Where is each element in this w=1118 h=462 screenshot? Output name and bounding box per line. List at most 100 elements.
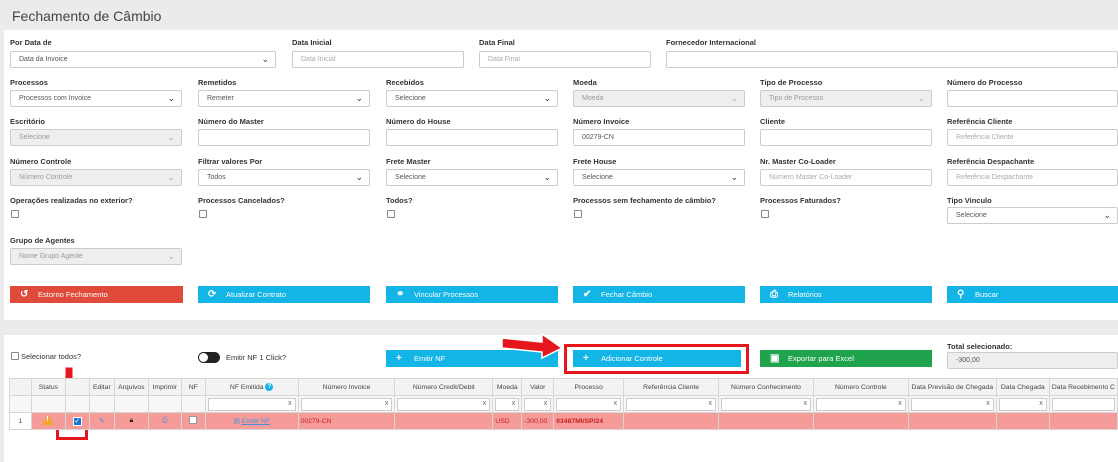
filter-numero-controle[interactable]: x	[812, 395, 909, 413]
filter-data-recebimento[interactable]	[1048, 395, 1118, 413]
numero-house-input[interactable]	[386, 129, 558, 146]
col-data-recebimento[interactable]: Data Recebimento C	[1048, 378, 1118, 396]
referencia-cliente-input[interactable]: Referência Cliente	[947, 129, 1118, 146]
col-valor[interactable]: Valor	[521, 378, 555, 396]
col-moeda[interactable]: Moeda	[492, 378, 523, 396]
filter-credit-debit[interactable]: x	[394, 395, 494, 413]
referencia-despachante-input[interactable]: Referência Despachante	[947, 169, 1118, 186]
lock-icon[interactable]: 🔒︎	[130, 417, 134, 424]
clear-icon[interactable]: x	[512, 400, 516, 407]
frete-master-select[interactable]: Selecione ⌄	[386, 169, 558, 186]
help-icon[interactable]: ?	[265, 383, 274, 391]
emitir-nf-link[interactable]: Emitir NF	[242, 418, 270, 425]
col-credit-debit[interactable]: Número Credit/Debit	[394, 378, 494, 396]
numero-processo-input[interactable]	[947, 90, 1118, 107]
recebidos-select[interactable]: Selecione ⌄	[386, 90, 558, 107]
col-data-previsao[interactable]: Data Previsão de Chegada	[907, 378, 997, 396]
sem-fechamento-checkbox[interactable]	[574, 210, 582, 218]
selecionar-todos-label: Selecionar todos?	[21, 352, 82, 361]
op-exterior-checkbox[interactable]	[11, 210, 19, 218]
row-select-checkbox[interactable]: ✓	[72, 416, 82, 426]
col-status[interactable]: Status	[30, 378, 66, 396]
escritorio-select[interactable]: Selecione ⌄	[10, 129, 182, 146]
filter-moeda[interactable]: x	[492, 395, 523, 413]
filter-valor[interactable]: x	[521, 395, 555, 413]
clear-icon[interactable]: x	[614, 400, 618, 407]
remetidos-label: Remetidos	[198, 78, 237, 87]
frete-house-select[interactable]: Selecione ⌄	[573, 169, 745, 186]
fechar-cambio-button[interactable]: ✔ Fechar Câmbio	[573, 286, 745, 303]
emitir-nf-1click-toggle[interactable]	[198, 352, 220, 363]
edit-cell[interactable]: ✎	[88, 412, 115, 430]
row-select-cell[interactable]: ✓	[64, 412, 90, 430]
filter-data-chegada[interactable]: x	[995, 395, 1050, 413]
col-referencia-cliente[interactable]: Referência Cliente	[623, 378, 720, 396]
escritorio-label: Escritório	[10, 117, 46, 126]
files-cell[interactable]: 🔒︎	[113, 412, 149, 430]
clear-icon[interactable]: x	[803, 400, 807, 407]
clear-icon[interactable]: x	[483, 400, 487, 407]
clear-icon[interactable]: x	[1039, 400, 1043, 407]
table-row[interactable]: 1 ! ✓ ✎ 🔒︎ ⎙ ▤ Emitir NF 00279-CN USD -3…	[9, 412, 1118, 430]
filter-numero-conhecimento[interactable]: x	[718, 395, 814, 413]
filtrar-valores-select[interactable]: Todos ⌄	[198, 169, 370, 186]
edit-icon[interactable]: ✎	[99, 418, 105, 425]
clear-icon[interactable]: x	[898, 400, 902, 407]
row-index: 1	[9, 412, 32, 430]
estorno-fechamento-button[interactable]: ↺ Estorno Fechamento	[10, 286, 183, 303]
todos-checkbox[interactable]	[387, 210, 395, 218]
clear-icon[interactable]: x	[288, 400, 292, 407]
document-icon: ▤	[233, 418, 240, 425]
faturados-checkbox[interactable]	[761, 210, 769, 218]
filter-data-previsao[interactable]: x	[907, 395, 997, 413]
clear-icon[interactable]: x	[709, 400, 713, 407]
cliente-input[interactable]	[760, 129, 932, 146]
col-numero-controle[interactable]: Número Controle	[812, 378, 909, 396]
col-processo[interactable]: Processo	[553, 378, 625, 396]
exportar-excel-button[interactable]: ▣ Exportar para Excel	[760, 350, 932, 367]
clear-icon[interactable]: x	[986, 400, 990, 407]
relatorios-button[interactable]: ⎙ Relatórios	[760, 286, 932, 303]
col-numero-conhecimento[interactable]: Número Conhecimento	[718, 378, 814, 396]
print-icon[interactable]: ⎙	[162, 417, 167, 424]
data-final-input[interactable]: Data Final	[479, 51, 651, 68]
col-arquivos[interactable]: Arquivos	[113, 378, 149, 396]
moeda-select[interactable]: Moeda ⌄	[573, 90, 745, 107]
remetidos-select[interactable]: Remeter ⌄	[198, 90, 370, 107]
numero-invoice-input[interactable]: 00279-CN	[573, 129, 745, 146]
print-cell[interactable]: ⎙	[147, 412, 182, 430]
filter-numero-invoice[interactable]: x	[297, 395, 396, 413]
col-editar[interactable]: Editar	[88, 378, 115, 396]
numero-controle-select[interactable]: Número Controle ⌄	[10, 169, 182, 186]
refresh-icon: ⟳	[208, 289, 217, 300]
col-nf-emitida[interactable]: NF Emitida ?	[204, 378, 299, 396]
clear-icon[interactable]: x	[385, 400, 389, 407]
proc-cancelados-checkbox[interactable]	[199, 210, 207, 218]
filter-processo[interactable]: x	[553, 395, 625, 413]
nr-master-coloader-input[interactable]: Número Master Co-Loader	[760, 169, 932, 186]
fornecedor-input[interactable]	[666, 51, 1118, 68]
nf-checkbox[interactable]	[189, 416, 198, 424]
atualizar-contrato-button[interactable]: ⟳ Atualizar Contrato	[198, 286, 370, 303]
grupo-agentes-select[interactable]: Nome Grupo Agente ⌄	[10, 248, 182, 265]
col-nf[interactable]: NF	[180, 378, 206, 396]
buscar-button[interactable]: ⚲ Buscar	[947, 286, 1118, 303]
numero-invoice-cell: 00279-CN	[297, 412, 396, 430]
col-data-chegada[interactable]: Data Chegada	[995, 378, 1050, 396]
processos-select[interactable]: Processos com Invoice ⌄	[10, 90, 182, 107]
tipo-processo-select[interactable]: Tipo de Processo ⌄	[760, 90, 932, 107]
filter-nf-emitida[interactable]: x	[204, 395, 299, 413]
por-data-select[interactable]: Data da Invoice ⌄	[10, 51, 276, 68]
numero-master-input[interactable]	[198, 129, 370, 146]
nf-cell[interactable]	[180, 412, 206, 430]
nf-emitida-cell[interactable]: ▤ Emitir NF	[204, 412, 299, 430]
col-imprimir[interactable]: Imprimir	[147, 378, 182, 396]
vincular-processos-button[interactable]: ⚭ Vincular Processos	[386, 286, 558, 303]
filter-referencia-cliente[interactable]: x	[623, 395, 720, 413]
tipo-vinculo-select[interactable]: Selecione ⌄	[947, 207, 1118, 224]
col-numero-invoice[interactable]: Número Invoice	[297, 378, 396, 396]
clear-icon[interactable]: x	[544, 400, 548, 407]
data-inicial-input[interactable]: Data Inicial	[292, 51, 464, 68]
selecionar-todos-checkbox[interactable]	[11, 352, 19, 360]
warning-icon: !	[42, 415, 55, 425]
